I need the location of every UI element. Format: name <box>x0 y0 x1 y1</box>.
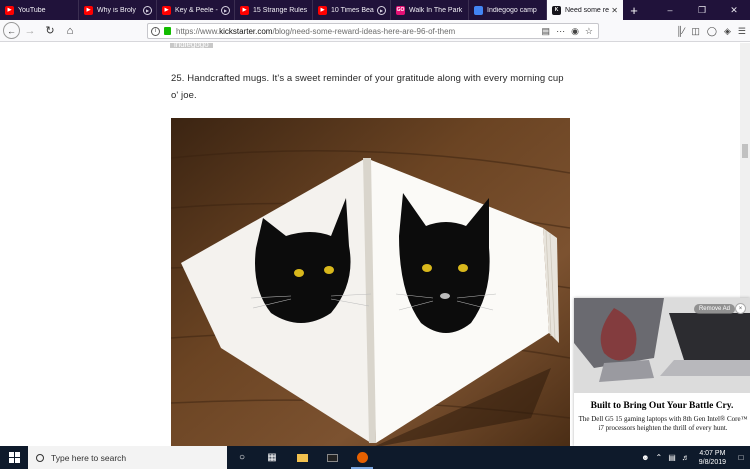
forward-button[interactable]: → <box>20 21 40 41</box>
new-tab-button[interactable]: + <box>623 0 645 20</box>
close-window-button[interactable]: ✕ <box>718 0 750 20</box>
gogo-icon: GO <box>396 5 405 15</box>
bookmark-star-icon[interactable]: ☆ <box>585 26 593 37</box>
ad-headline[interactable]: Built to Bring Out Your Battle Cry. <box>574 401 750 411</box>
media-playing-icon[interactable]: ▶ <box>143 5 152 15</box>
scrollbar-thumb[interactable] <box>742 144 748 158</box>
youtube-icon: ▶ <box>318 5 327 15</box>
file-explorer-icon[interactable] <box>287 446 317 469</box>
info-icon[interactable]: i <box>151 26 160 36</box>
ad-image[interactable]: Remove Ad × <box>574 298 750 393</box>
close-ad-icon[interactable]: × <box>735 303 746 314</box>
browser-tab[interactable]: Indiegogo camp <box>469 0 547 20</box>
taskbar-search[interactable]: Type here to search <box>28 446 227 469</box>
notifications-icon[interactable]: □ <box>732 453 750 462</box>
shield-icon[interactable]: ◈ <box>724 26 731 37</box>
windows-logo-icon <box>8 452 20 463</box>
back-button[interactable]: ← <box>3 22 20 39</box>
toolbar-right: ║⁄ ◫ ◯ ◈ ☰ <box>677 23 746 39</box>
tab-label: 15 Strange Rules <box>253 6 308 14</box>
pocket-icon[interactable]: ◉ <box>571 26 579 37</box>
browser-tab[interactable]: ▶ Why is Broly ▶ <box>79 0 157 20</box>
youtube-icon: ▶ <box>240 5 249 15</box>
firefox-icon[interactable] <box>347 446 377 469</box>
library-icon[interactable]: ║⁄ <box>677 26 685 36</box>
terminal-icon[interactable] <box>317 446 347 469</box>
window-controls: – ❐ ✕ <box>654 0 750 20</box>
browser-tab[interactable]: ▶Key & Peele - "I▶ <box>157 0 235 20</box>
tab-label: 10 Times Bea <box>331 6 374 14</box>
lock-icon <box>164 27 171 35</box>
search-icon <box>36 453 44 462</box>
browser-tab[interactable]: ▶ 15 Strange Rules <box>235 0 313 20</box>
restore-button[interactable]: ❐ <box>686 0 718 20</box>
sidebar-icon[interactable]: ◫ <box>691 26 700 37</box>
url-protocol: https://www. <box>176 26 220 36</box>
category-tag[interactable]: indiegogo <box>170 43 213 49</box>
browser-tab[interactable]: ▶ YouTube <box>0 0 79 20</box>
clock-time: 4:07 PM <box>699 449 726 457</box>
network-icon[interactable]: ▤ <box>665 453 679 462</box>
browser-tab[interactable]: GO Walk In The Park <box>391 0 469 20</box>
browser-tab[interactable]: K Need some re ✕ <box>547 0 623 20</box>
tab-label: Key & Peele - "I <box>175 6 219 14</box>
person-icon[interactable]: ☻ <box>638 453 652 462</box>
tab-label: YouTube <box>18 6 46 14</box>
youtube-icon: ▶ <box>84 5 93 15</box>
page-actions-icon[interactable]: ⋯ <box>556 26 565 37</box>
task-view-icon[interactable]: ▦ <box>257 446 287 469</box>
reload-button[interactable]: ↻ <box>40 21 60 41</box>
cortana-icon[interactable]: ○ <box>227 446 257 469</box>
minimize-button[interactable]: – <box>654 0 686 20</box>
cat-book-illustration <box>171 118 570 446</box>
close-tab-icon[interactable]: ✕ <box>611 6 618 15</box>
advertisement[interactable]: Remove Ad × Built to Bring Out Your Batt… <box>574 298 750 446</box>
address-bar[interactable]: i https://www. kickstarter.com/blog/need-… <box>147 23 599 39</box>
tab-label: Indiegogo camp <box>487 6 537 14</box>
tab-strip: ▶YouTube▶Why is Broly▶▶Key & Peele - "I▶… <box>0 0 750 20</box>
account-icon[interactable]: ◯ <box>707 26 717 37</box>
menu-icon[interactable]: ☰ <box>738 26 746 37</box>
browser-tab[interactable]: ▶ 10 Times Bea ▶ <box>313 0 391 20</box>
home-button[interactable]: ⌂ <box>60 21 80 41</box>
ad-body-text[interactable]: The Dell G5 15 gaming laptops with 8th G… <box>578 415 748 433</box>
article-paragraph: 25. Handcrafted mugs. It's a sweet remin… <box>171 73 564 101</box>
search-placeholder: Type here to search <box>51 452 127 463</box>
reader-view-icon[interactable]: ▤ <box>542 26 551 37</box>
volume-icon[interactable]: ♬ <box>679 453 693 462</box>
tab-label: Walk In The Park <box>409 6 463 14</box>
kickstarter-icon: K <box>552 5 561 15</box>
youtube-icon: ▶ <box>5 5 14 15</box>
docs-icon <box>474 5 483 15</box>
media-playing-icon[interactable]: ▶ <box>377 5 386 15</box>
windows-taskbar: Type here to search ○ ▦ ☻ ⌃ ▤ ♬ 4:07 PM … <box>0 446 750 469</box>
remove-ad-button[interactable]: Remove Ad <box>693 304 735 314</box>
show-hidden-icons-icon[interactable]: ⌃ <box>652 453 665 462</box>
url-host: kickstarter.com <box>219 26 273 36</box>
media-playing-icon[interactable]: ▶ <box>221 5 230 15</box>
taskbar-clock[interactable]: 4:07 PM 9/8/2019 <box>693 449 732 467</box>
clock-date: 9/8/2019 <box>698 458 726 466</box>
tab-label: Why is Broly <box>97 6 136 14</box>
start-button[interactable] <box>0 446 28 469</box>
navigation-bar: ← → ↻ ⌂ i https://www. kickstarter.com/bl… <box>0 20 750 42</box>
url-path: /blog/need-some-reward-ideas-here-are-96… <box>272 26 456 36</box>
tab-label: Need some re <box>565 6 609 14</box>
cat-book-photo <box>171 118 570 446</box>
youtube-icon: ▶ <box>162 5 171 15</box>
system-tray: ☻ ⌃ ▤ ♬ 4:07 PM 9/8/2019 □ <box>638 446 750 469</box>
